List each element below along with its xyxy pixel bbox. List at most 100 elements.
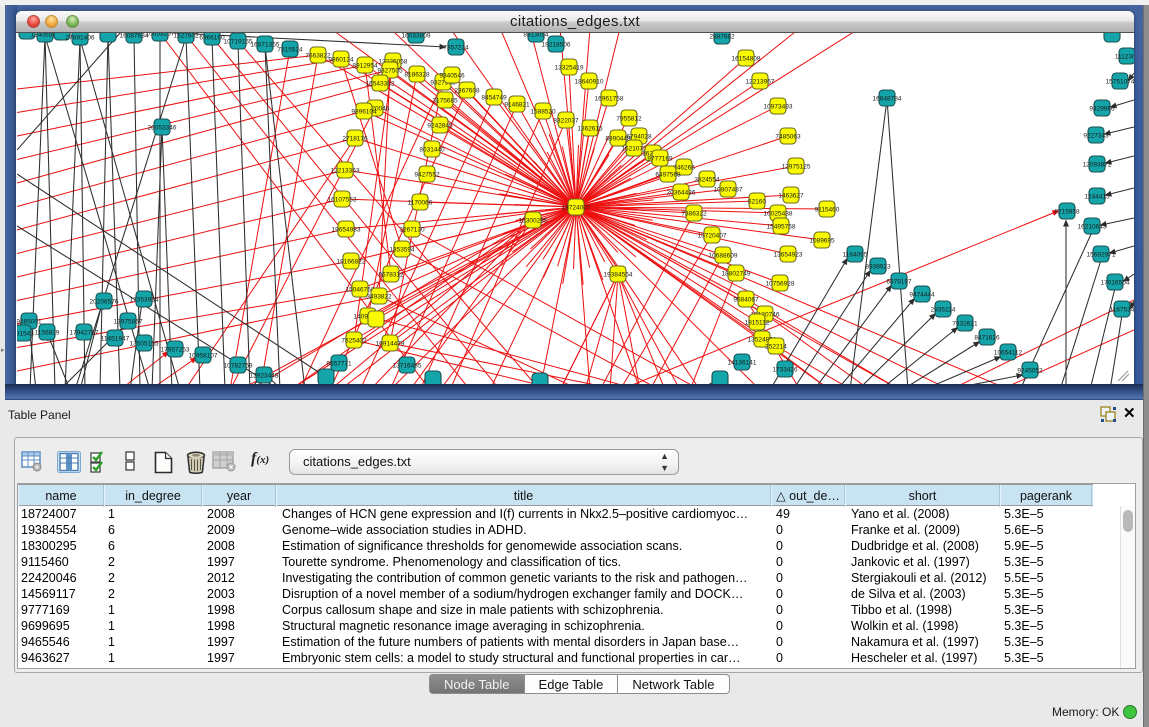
svg-text:16210643: 16210643 [1078, 223, 1107, 230]
svg-text:7386322: 7386322 [681, 210, 707, 217]
svg-text:13325419: 13325419 [555, 64, 584, 71]
svg-text:9684067: 9684067 [733, 296, 759, 303]
svg-text:1170066: 1170066 [408, 199, 433, 206]
svg-text:16087634: 16087634 [120, 33, 149, 39]
svg-text:9227343: 9227343 [1083, 132, 1109, 139]
svg-text:10958107: 10958107 [189, 352, 218, 359]
svg-text:9474444: 9474444 [909, 291, 935, 298]
svg-text:9242845: 9242845 [427, 122, 453, 129]
svg-text:19384554: 19384554 [604, 271, 633, 278]
svg-text:10654112: 10654112 [994, 349, 1023, 356]
svg-text:7485063: 7485063 [775, 133, 801, 140]
svg-text:3267130: 3267130 [399, 226, 425, 233]
svg-text:20206576: 20206576 [90, 298, 119, 305]
svg-text:8031440: 8031440 [419, 146, 445, 153]
svg-text:9329966: 9329966 [1089, 105, 1115, 112]
svg-text:19166822: 19166822 [337, 258, 366, 265]
svg-text:1733426: 1733426 [772, 366, 798, 373]
svg-text:6497568: 6497568 [655, 171, 681, 178]
svg-text:15692971: 15692971 [1087, 251, 1116, 258]
svg-text:3493822: 3493822 [366, 293, 392, 300]
svg-text:13505155: 13505155 [130, 340, 159, 347]
svg-text:62160: 62160 [748, 198, 766, 205]
svg-text:252214: 252214 [765, 343, 787, 350]
svg-text:1167534: 1167534 [1110, 306, 1134, 313]
svg-text:9146821: 9146821 [504, 101, 530, 108]
svg-text:18802749: 18802749 [722, 270, 751, 277]
svg-text:19654983: 19654983 [332, 226, 361, 233]
svg-text:10807487: 10807487 [714, 186, 743, 193]
svg-text:10782759: 10782759 [224, 362, 253, 369]
svg-text:12093872: 12093872 [1083, 161, 1112, 168]
svg-text:9427552: 9427552 [414, 171, 440, 178]
svg-text:1164095: 1164095 [843, 251, 868, 258]
svg-text:27691406: 27691406 [66, 34, 95, 41]
svg-text:1527602: 1527602 [173, 33, 199, 39]
svg-text:6794028: 6794028 [626, 133, 652, 140]
svg-text:9657771: 9657771 [326, 360, 352, 367]
svg-text:9115460: 9115460 [815, 206, 840, 213]
svg-text:10973493: 10973493 [764, 103, 793, 110]
svg-text:15751074: 15751074 [1106, 78, 1134, 85]
svg-text:11451947: 11451947 [101, 335, 130, 342]
svg-text:16107553: 16107553 [328, 196, 357, 203]
svg-text:7625402: 7625402 [341, 337, 367, 344]
svg-text:12213967: 12213967 [746, 78, 775, 85]
svg-text:8322037: 8322037 [553, 117, 579, 124]
svg-text:12923448: 12923448 [250, 372, 279, 379]
svg-text:1463627: 1463627 [778, 192, 804, 199]
svg-text:8912954: 8912954 [352, 62, 378, 69]
svg-text:9896104: 9896104 [351, 108, 377, 115]
svg-text:10025438: 10025438 [764, 210, 793, 217]
svg-text:1112304: 1112304 [1115, 53, 1134, 60]
svg-text:8186328: 8186328 [404, 71, 430, 78]
svg-text:15720407: 15720407 [698, 232, 727, 239]
svg-text:1815112: 1815112 [745, 319, 770, 326]
svg-text:13975867: 13975867 [114, 318, 143, 325]
svg-text:2367608: 2367608 [454, 87, 480, 94]
svg-text:1244415: 1244415 [1084, 193, 1110, 200]
svg-text:9340546: 9340546 [439, 72, 465, 79]
svg-text:1156829: 1156829 [35, 329, 60, 336]
svg-text:15495758: 15495758 [767, 223, 796, 230]
svg-text:15300295: 15300295 [519, 217, 548, 224]
svg-text:18640910: 18640910 [575, 78, 604, 85]
svg-text:17016504: 17016504 [1101, 279, 1130, 286]
svg-text:16961758: 16961758 [595, 95, 624, 102]
svg-text:26053346: 26053346 [148, 124, 177, 131]
svg-text:9327505: 9327505 [377, 67, 403, 74]
svg-text:2718176: 2718176 [342, 135, 368, 142]
svg-text:9777169: 9777169 [647, 155, 673, 162]
svg-text:1588520: 1588520 [530, 108, 556, 115]
svg-text:1362615: 1362615 [577, 125, 603, 132]
svg-text:8471626: 8471626 [974, 334, 1000, 341]
svg-text:3824554: 3824554 [694, 176, 720, 183]
svg-text:8215958: 8215958 [1054, 208, 1080, 215]
svg-text:13654923: 13654923 [774, 251, 803, 258]
svg-text:17957253: 17957253 [161, 346, 190, 353]
svg-text:6966160: 6966160 [199, 34, 225, 41]
svg-text:6879197: 6879197 [886, 278, 912, 285]
svg-text:8454749: 8454749 [481, 94, 507, 101]
svg-text:14136141: 14136141 [728, 359, 757, 366]
svg-text:9245052: 9245052 [1017, 367, 1043, 374]
svg-text:10688609: 10688609 [709, 252, 738, 259]
svg-text:13716485: 13716485 [393, 362, 422, 369]
svg-text:12213363: 12213363 [331, 167, 360, 174]
svg-text:17942757: 17942757 [70, 329, 99, 336]
svg-text:9578312: 9578312 [378, 271, 404, 278]
svg-text:7632621: 7632621 [952, 320, 978, 327]
svg-text:8938923: 8938923 [865, 263, 891, 270]
svg-text:7663822: 7663822 [305, 52, 331, 59]
svg-text:10719155: 10719155 [224, 38, 253, 45]
svg-text:10653267: 10653267 [146, 33, 175, 37]
svg-text:15046766: 15046766 [346, 286, 375, 293]
svg-text:16154808: 16154808 [732, 55, 761, 62]
svg-text:20364436: 20364436 [667, 189, 696, 196]
svg-text:10756928: 10756928 [766, 280, 795, 287]
svg-text:3175685: 3175685 [432, 97, 458, 104]
svg-text:7515524: 7515524 [277, 46, 303, 53]
svg-text:12975125: 12975125 [782, 163, 811, 170]
svg-text:16914479: 16914479 [376, 340, 405, 347]
svg-text:16543382: 16543382 [366, 80, 395, 87]
